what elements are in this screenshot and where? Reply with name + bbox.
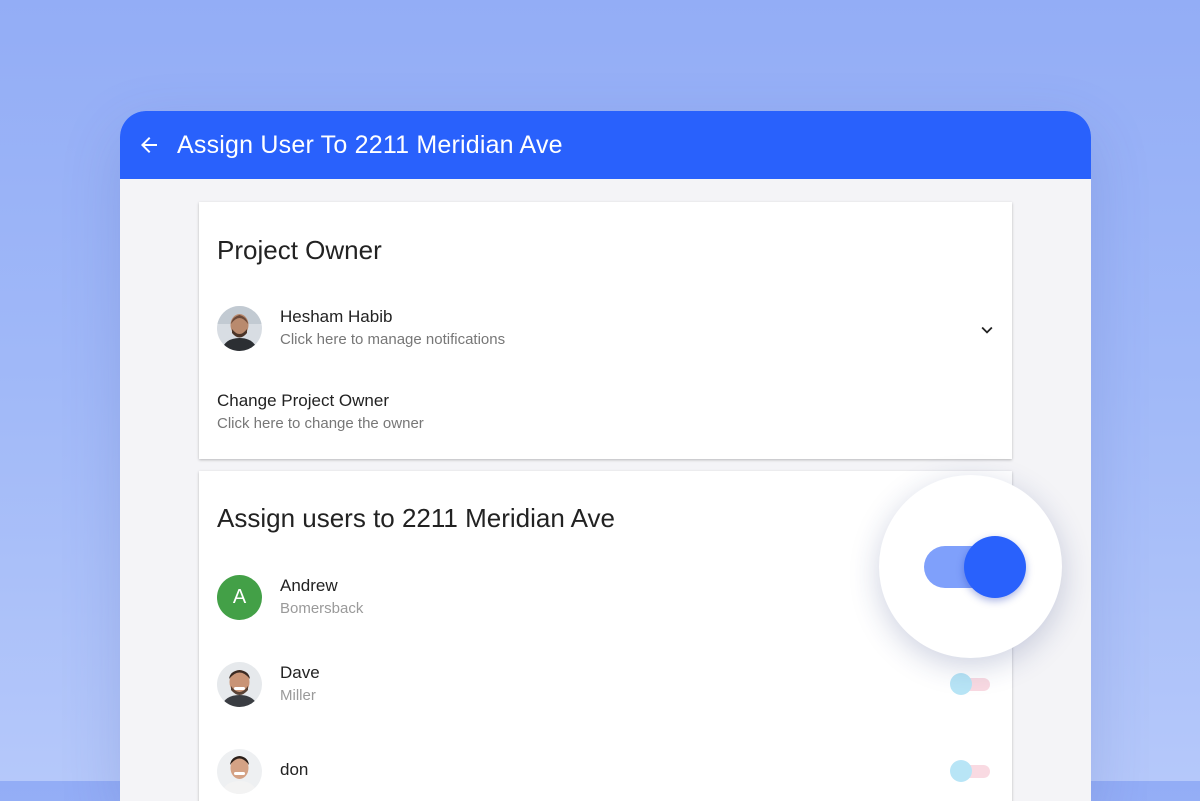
avatar: A [217, 574, 262, 620]
owner-name: Hesham Habib [280, 307, 393, 326]
owner-row[interactable]: Hesham Habib Click here to manage notifi… [217, 298, 994, 358]
user-first-name: Andrew [280, 576, 338, 595]
user-row[interactable]: A Andrew Bomersback [217, 567, 994, 627]
page-title: Assign User To 2211 Meridian Ave [177, 130, 563, 159]
assign-users-heading: Assign users to 2211 Meridian Ave [217, 503, 615, 533]
avatar [217, 748, 262, 794]
toggle-knob [950, 760, 972, 782]
assign-toggle-enabled[interactable] [922, 535, 1026, 599]
user-first-name: don [280, 760, 309, 779]
project-owner-heading: Project Owner [217, 235, 382, 265]
toggle-knob [950, 673, 972, 695]
user-last-name: Miller [280, 687, 316, 704]
toggle-magnifier [879, 475, 1062, 658]
assign-toggle[interactable] [950, 760, 990, 782]
owner-subtitle: Click here to manage notifications [280, 331, 506, 348]
app-bar: Assign User To 2211 Meridian Ave [120, 111, 1091, 179]
user-row[interactable]: Dave Miller [217, 654, 994, 714]
chevron-down-icon[interactable] [976, 319, 998, 346]
user-row[interactable]: don [217, 741, 994, 801]
project-owner-card: Project Owner Hesham Habib Click here to… [199, 202, 1012, 459]
toggle-knob [964, 536, 1026, 598]
back-button[interactable] [121, 111, 177, 179]
user-first-name: Dave [280, 663, 320, 682]
assign-toggle[interactable] [950, 673, 990, 695]
change-owner-subtitle: Click here to change the owner [217, 415, 424, 432]
app-window: Assign User To 2211 Meridian Ave Project… [120, 111, 1091, 801]
user-last-name: Bomersback [280, 600, 364, 617]
arrow-left-icon [141, 137, 157, 153]
change-owner-title: Change Project Owner [217, 391, 389, 410]
change-owner-row[interactable]: Change Project Owner Click here to chang… [217, 382, 994, 442]
avatar [217, 661, 262, 707]
owner-avatar [217, 305, 262, 351]
